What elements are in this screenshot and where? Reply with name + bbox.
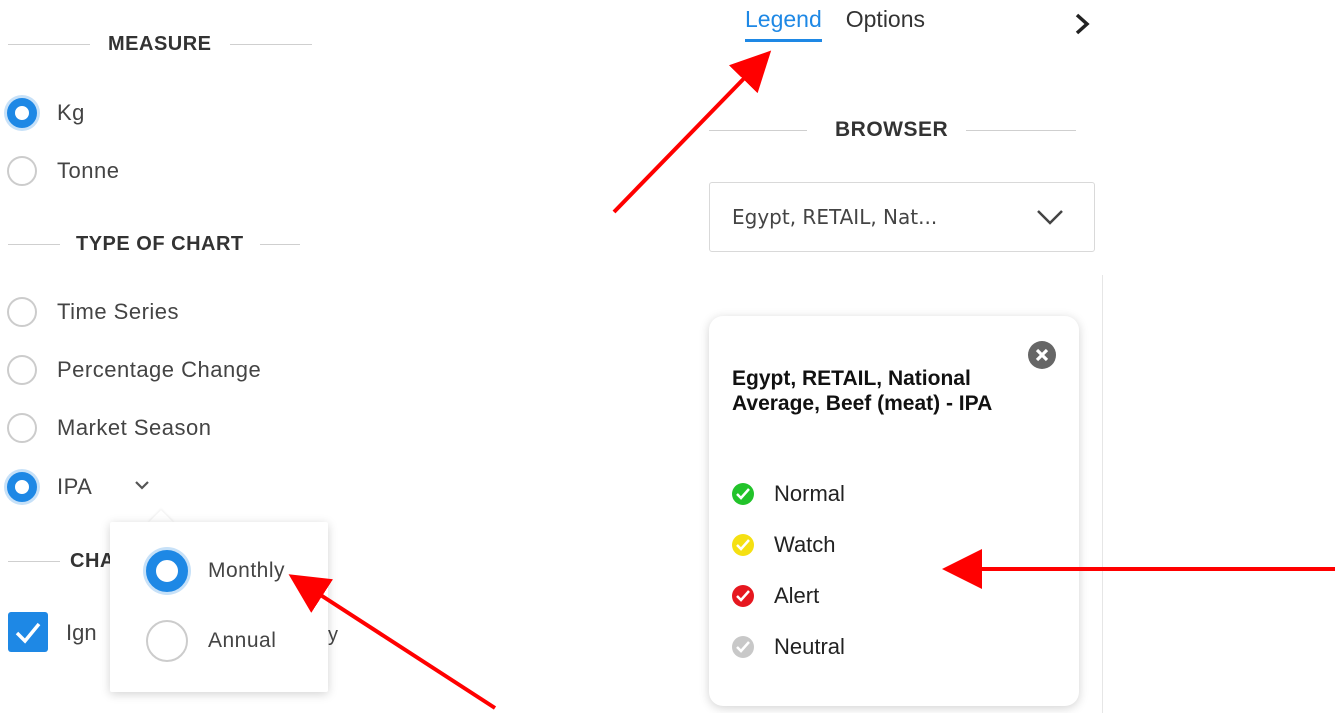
section-title-fragment: CHA	[70, 550, 115, 572]
divider-line	[229, 44, 312, 45]
ipa-option-annual[interactable]: Annual	[146, 620, 276, 662]
chevron-right-icon[interactable]	[1072, 12, 1092, 36]
radio-button[interactable]	[7, 156, 37, 186]
measure-title: MEASURE	[108, 33, 212, 55]
ipa-frequency-popup: Monthly Annual	[110, 522, 328, 692]
check-circle-icon	[732, 585, 754, 607]
radio-label: Kg	[57, 100, 85, 125]
legend-item-neutral: Neutral	[732, 634, 845, 660]
radio-label: IPA	[57, 474, 93, 499]
legend-card: Egypt, RETAIL, National Average, Beef (m…	[709, 316, 1079, 706]
legend-title: Egypt, RETAIL, National Average, Beef (m…	[732, 367, 993, 415]
legend-item-label: Alert	[774, 583, 820, 608]
radio-label: Annual	[208, 629, 277, 652]
panel-divider	[1102, 275, 1103, 713]
chart-type-section-title: TYPE OF CHART	[8, 233, 300, 256]
ipa-option-monthly[interactable]: Monthly	[146, 550, 285, 592]
divider-line	[259, 244, 300, 245]
browser-section-title: BROWSER	[709, 118, 1077, 142]
check-circle-icon	[732, 483, 754, 505]
tab-legend[interactable]: Legend	[745, 6, 822, 42]
divider-line	[8, 561, 60, 562]
radio-label: Percentage Change	[57, 357, 262, 382]
checkbox-label-fragment: Ign	[66, 620, 97, 645]
chart-type-option-ipa[interactable]: IPA	[7, 472, 150, 502]
browser-title: BROWSER	[835, 118, 949, 141]
legend-item-watch: Watch	[732, 532, 836, 558]
left-panel: MEASURE Kg Tonne TYPE OF CHART Time Seri…	[0, 0, 338, 713]
chevron-down-icon	[1037, 210, 1063, 225]
browser-select-value: Egypt, RETAIL, Nat...	[732, 205, 938, 229]
radio-button-selected[interactable]	[7, 472, 37, 502]
chart-type-option-market-season[interactable]: Market Season	[7, 413, 211, 443]
radio-label: Market Season	[57, 415, 212, 440]
divider-line	[8, 244, 60, 245]
radio-button-selected[interactable]	[7, 98, 37, 128]
chart-options-section-title: CHA	[8, 550, 125, 573]
radio-button[interactable]	[7, 297, 37, 327]
page: MEASURE Kg Tonne TYPE OF CHART Time Seri…	[0, 0, 1337, 713]
check-circle-icon	[732, 534, 754, 556]
divider-line	[8, 44, 90, 45]
chevron-down-icon[interactable]	[134, 477, 150, 493]
measure-option-tonne[interactable]: Tonne	[7, 156, 119, 186]
measure-option-kg[interactable]: Kg	[7, 98, 85, 128]
checkbox-label-tail: y	[328, 624, 338, 646]
browser-select[interactable]: Egypt, RETAIL, Nat...	[709, 182, 1095, 252]
radio-label: Time Series	[57, 299, 180, 324]
chart-type-option-time-series[interactable]: Time Series	[7, 297, 179, 327]
measure-section-title: MEASURE	[8, 33, 312, 56]
chart-type-title: TYPE OF CHART	[76, 233, 244, 255]
radio-button-selected[interactable]	[146, 550, 188, 592]
legend-item-label: Neutral	[774, 634, 845, 659]
legend-item-normal: Normal	[732, 481, 845, 507]
chart-type-option-percentage-change[interactable]: Percentage Change	[7, 355, 261, 385]
check-circle-icon	[732, 636, 754, 658]
divider-line	[966, 129, 1077, 131]
ignore-checkbox[interactable]	[8, 612, 48, 652]
radio-button[interactable]	[146, 620, 188, 662]
radio-label: Monthly	[208, 559, 286, 582]
radio-label: Tonne	[57, 158, 120, 183]
legend-item-label: Normal	[774, 481, 845, 506]
panel-tabs: Legend Options	[745, 6, 949, 42]
tab-options[interactable]: Options	[846, 6, 925, 42]
checkmark-icon	[15, 622, 41, 644]
divider-line	[709, 129, 807, 131]
radio-button[interactable]	[7, 355, 37, 385]
legend-item-label: Watch	[774, 532, 836, 557]
radio-button[interactable]	[7, 413, 37, 443]
legend-item-alert: Alert	[732, 583, 819, 609]
